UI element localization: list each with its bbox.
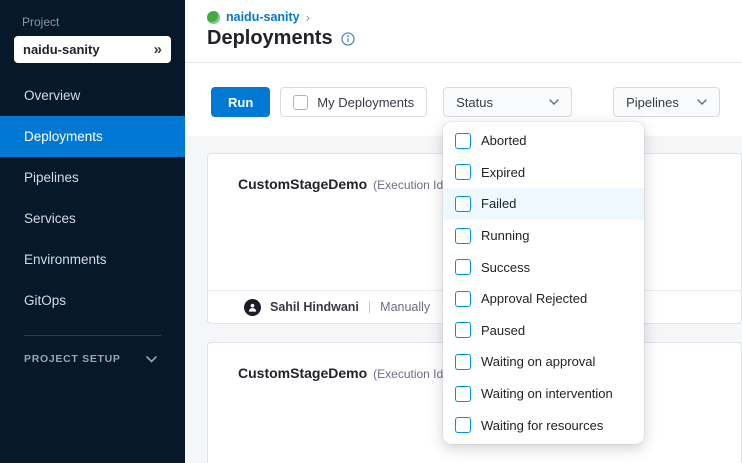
chevron-down-icon bbox=[146, 356, 157, 363]
chevron-right-icon: › bbox=[306, 11, 310, 24]
my-deployments-label: My Deployments bbox=[317, 95, 414, 110]
toolbar: Run My Deployments Status Pipelines bbox=[185, 63, 742, 117]
sidebar-item-label: GitOps bbox=[24, 293, 66, 308]
pipeline-name: CustomStageDemo bbox=[238, 365, 367, 381]
sidebar-item-label: Deployments bbox=[24, 129, 103, 144]
separator: | bbox=[368, 300, 371, 314]
sidebar-item-deployments[interactable]: Deployments bbox=[0, 116, 185, 157]
status-option-label: Approval Rejected bbox=[481, 291, 587, 306]
status-option-approval-rejected[interactable]: Approval Rejected bbox=[443, 283, 644, 315]
sidebar-item-services[interactable]: Services bbox=[0, 198, 185, 239]
my-deployments-checkbox[interactable] bbox=[293, 95, 308, 110]
pipelines-filter-dropdown[interactable]: Pipelines bbox=[613, 87, 720, 117]
status-option-waiting-on-intervention[interactable]: Waiting on intervention bbox=[443, 378, 644, 410]
execution-id-text: (Execution Id bbox=[373, 367, 443, 381]
user-avatar-icon bbox=[244, 299, 261, 316]
checkbox-icon[interactable] bbox=[455, 196, 471, 212]
project-label: Project bbox=[22, 15, 185, 29]
breadcrumb-project-link[interactable]: naidu-sanity bbox=[226, 10, 300, 24]
sidebar-item-label: Environments bbox=[24, 252, 107, 267]
checkbox-icon[interactable] bbox=[455, 291, 471, 307]
status-option-label: Failed bbox=[481, 196, 516, 211]
status-option-label: Running bbox=[481, 228, 529, 243]
triggered-by-name: Sahil Hindwani bbox=[270, 300, 359, 314]
status-option-label: Paused bbox=[481, 323, 525, 338]
pipeline-name: CustomStageDemo bbox=[238, 176, 367, 192]
status-option-expired[interactable]: Expired bbox=[443, 157, 644, 189]
sidebar: Project » Overview Deployments Pipelines… bbox=[0, 0, 185, 463]
status-filter-label: Status bbox=[456, 95, 493, 110]
main-content: naidu-sanity › Deployments Run My Deploy… bbox=[185, 0, 742, 463]
status-option-waiting-for-resources[interactable]: Waiting for resources bbox=[443, 409, 644, 441]
checkbox-icon[interactable] bbox=[455, 259, 471, 275]
checkbox-icon[interactable] bbox=[455, 322, 471, 338]
project-selector[interactable]: » bbox=[14, 36, 171, 63]
checkbox-icon[interactable] bbox=[455, 164, 471, 180]
info-icon[interactable] bbox=[341, 32, 355, 46]
status-option-label: Waiting on intervention bbox=[481, 386, 613, 401]
run-button[interactable]: Run bbox=[211, 87, 270, 117]
sidebar-item-label: Services bbox=[24, 211, 76, 226]
status-option-aborted[interactable]: Aborted bbox=[443, 125, 644, 157]
sidebar-item-overview[interactable]: Overview bbox=[0, 75, 185, 116]
sidebar-nav: Overview Deployments Pipelines Services … bbox=[0, 75, 185, 321]
expand-project-icon[interactable]: » bbox=[154, 42, 162, 57]
status-option-label: Waiting on approval bbox=[481, 354, 595, 369]
sidebar-item-pipelines[interactable]: Pipelines bbox=[0, 157, 185, 198]
trigger-type: Manually bbox=[380, 300, 430, 314]
status-option-label: Expired bbox=[481, 165, 525, 180]
status-option-label: Aborted bbox=[481, 133, 527, 148]
app-window: Project » Overview Deployments Pipelines… bbox=[0, 0, 742, 463]
status-option-success[interactable]: Success bbox=[443, 251, 644, 283]
project-setup-toggle[interactable]: PROJECT SETUP bbox=[0, 336, 185, 365]
checkbox-icon[interactable] bbox=[455, 354, 471, 370]
chevron-down-icon bbox=[549, 99, 559, 105]
page-title: Deployments bbox=[207, 27, 333, 50]
project-setup-label: PROJECT SETUP bbox=[24, 353, 121, 365]
status-option-label: Success bbox=[481, 260, 530, 275]
sidebar-item-gitops[interactable]: GitOps bbox=[0, 280, 185, 321]
project-icon bbox=[207, 11, 220, 24]
my-deployments-toggle[interactable]: My Deployments bbox=[280, 87, 427, 117]
status-option-failed[interactable]: Failed bbox=[443, 188, 644, 220]
sidebar-item-environments[interactable]: Environments bbox=[0, 239, 185, 280]
project-name-input[interactable] bbox=[23, 42, 150, 57]
checkbox-icon[interactable] bbox=[455, 417, 471, 433]
status-option-running[interactable]: Running bbox=[443, 220, 644, 252]
sidebar-item-label: Overview bbox=[24, 88, 80, 103]
status-option-paused[interactable]: Paused bbox=[443, 315, 644, 347]
page-header: Deployments bbox=[185, 24, 742, 63]
status-filter-menu: Aborted Expired Failed Running Success A… bbox=[443, 122, 644, 444]
status-option-waiting-on-approval[interactable]: Waiting on approval bbox=[443, 346, 644, 378]
sidebar-item-label: Pipelines bbox=[24, 170, 79, 185]
breadcrumb: naidu-sanity › bbox=[185, 0, 742, 24]
execution-id-text: (Execution Id bbox=[373, 178, 443, 192]
status-option-label: Waiting for resources bbox=[481, 418, 603, 433]
pipelines-filter-label: Pipelines bbox=[626, 95, 679, 110]
checkbox-icon[interactable] bbox=[455, 386, 471, 402]
chevron-down-icon bbox=[697, 99, 707, 105]
checkbox-icon[interactable] bbox=[455, 133, 471, 149]
checkbox-icon[interactable] bbox=[455, 228, 471, 244]
status-filter-dropdown[interactable]: Status bbox=[443, 87, 572, 117]
